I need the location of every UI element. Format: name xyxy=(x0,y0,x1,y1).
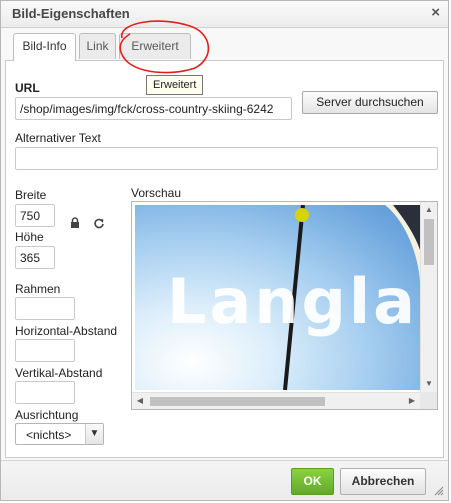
alignment-select[interactable]: <nichts> ▼ xyxy=(15,423,104,445)
tab-erweitert[interactable]: Erweitert xyxy=(119,33,191,59)
preview-horizontal-scrollbar[interactable]: ◀ ▶ xyxy=(132,392,420,409)
tab-tooltip: Erweitert xyxy=(146,75,204,95)
vertical-scroll-thumb[interactable] xyxy=(424,219,434,265)
scroll-right-icon[interactable]: ▶ xyxy=(404,393,420,409)
alt-text-input[interactable] xyxy=(15,147,438,170)
preview-vertical-scrollbar[interactable]: ▲ ▼ xyxy=(420,202,437,392)
height-label: Höhe xyxy=(15,230,44,244)
image-properties-dialog: Bild-Eigenschaften × Bild-Info Link Erwe… xyxy=(0,0,449,501)
border-input[interactable] xyxy=(15,297,75,320)
dialog-title: Bild-Eigenschaften xyxy=(12,6,130,21)
alt-text-label: Alternativer Text xyxy=(15,131,101,145)
alignment-label: Ausrichtung xyxy=(15,408,79,422)
scroll-left-icon[interactable]: ◀ xyxy=(132,393,148,409)
vspace-input[interactable] xyxy=(15,381,75,404)
dialog-footer: OK Abbrechen xyxy=(1,460,448,500)
preview-image: Langlauf xyxy=(135,205,420,390)
scroll-down-icon[interactable]: ▼ xyxy=(421,376,437,392)
dialog-titlebar[interactable]: Bild-Eigenschaften × xyxy=(1,1,448,28)
lock-icon[interactable] xyxy=(69,217,81,229)
hspace-input[interactable] xyxy=(15,339,75,362)
reset-size-icon[interactable] xyxy=(93,217,105,229)
hspace-label: Horizontal-Abstand xyxy=(15,324,118,338)
width-label: Breite xyxy=(15,188,47,202)
height-input[interactable] xyxy=(15,246,55,269)
preview-image-caption: Langlauf xyxy=(167,265,420,338)
horizontal-scroll-thumb[interactable] xyxy=(150,397,325,406)
ok-button[interactable]: OK xyxy=(291,468,334,495)
alignment-selected-value: <nichts> xyxy=(26,428,72,442)
cancel-button[interactable]: Abbrechen xyxy=(340,468,426,495)
tab-link[interactable]: Link xyxy=(79,33,116,59)
close-icon[interactable]: × xyxy=(431,4,440,21)
resize-grip-icon[interactable] xyxy=(434,486,444,499)
tab-bild-info[interactable]: Bild-Info xyxy=(13,33,76,61)
browse-server-button[interactable]: Server durchsuchen xyxy=(302,91,438,114)
preview-label: Vorschau xyxy=(131,186,182,200)
border-label: Rahmen xyxy=(15,282,61,296)
vspace-label: Vertikal-Abstand xyxy=(15,366,103,380)
url-input[interactable] xyxy=(15,97,292,120)
width-input[interactable] xyxy=(15,204,55,227)
url-label: URL xyxy=(15,81,40,95)
scroll-up-icon[interactable]: ▲ xyxy=(421,202,437,218)
chevron-down-icon[interactable]: ▼ xyxy=(85,424,103,444)
scroll-corner xyxy=(420,392,437,409)
preview-box: Langlauf ▲ ▼ ◀ ▶ xyxy=(131,201,438,410)
